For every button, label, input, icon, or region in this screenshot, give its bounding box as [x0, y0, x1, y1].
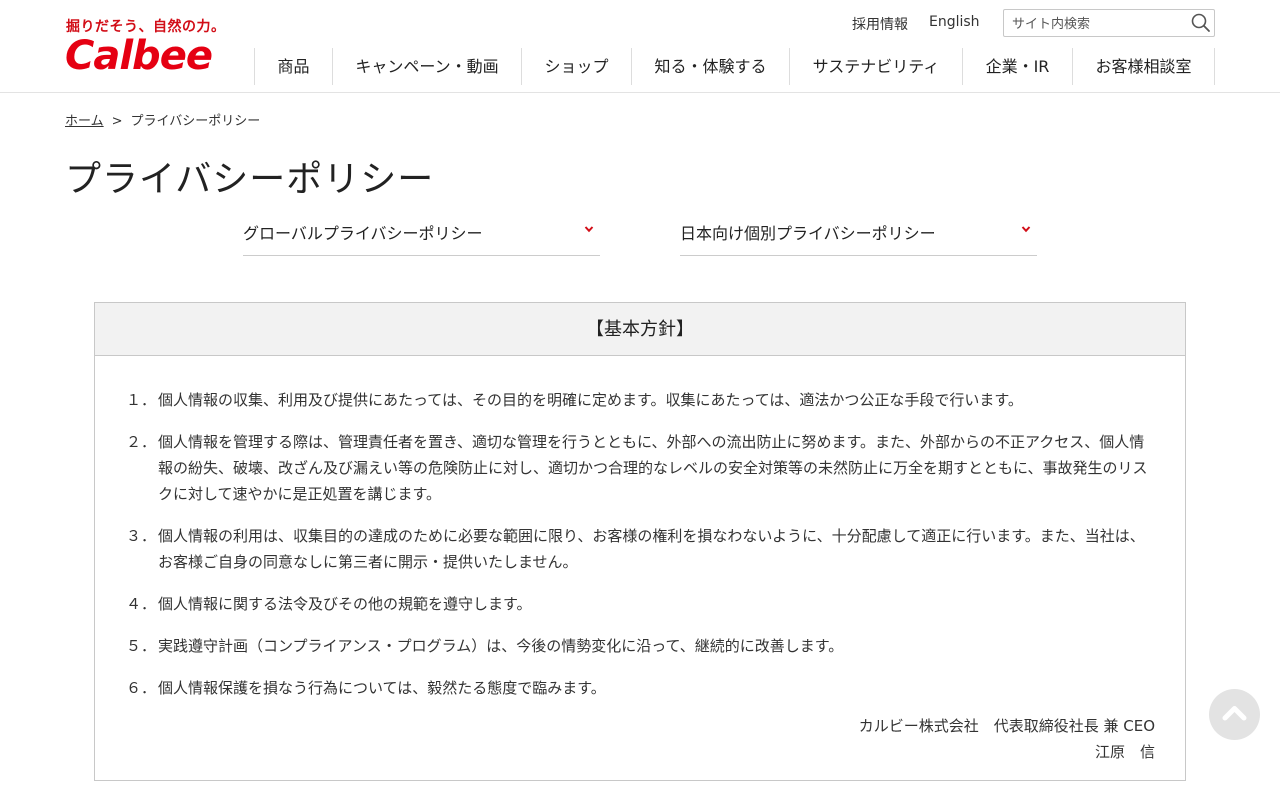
- policy-item: ３． 個人情報の利用は、収集目的の達成のために必要な範囲に限り、お客様の権利を損な…: [126, 523, 1156, 575]
- policy-item-number: ６．: [126, 679, 157, 697]
- policy-item-number: ５．: [126, 637, 157, 655]
- breadcrumb-home-link[interactable]: ホーム: [65, 114, 104, 129]
- policy-item-text: 個人情報を管理する際は、管理責任者を置き、適切な管理を行うとともに、外部への流出…: [158, 433, 1148, 503]
- nav-item-campaigns[interactable]: キャンペーン・動画: [333, 48, 522, 85]
- dropdown-label: 日本向け個別プライバシーポリシー: [680, 224, 936, 243]
- breadcrumb-current: プライバシーポリシー: [130, 114, 261, 129]
- policy-item-text: 個人情報の収集、利用及び提供にあたっては、その目的を明確に定めます。収集にあたっ…: [158, 391, 1023, 409]
- policy-item: ５． 実践遵守計画（コンプライアンス・プログラム）は、今後の情勢変化に沿って、継続…: [126, 633, 1156, 659]
- policy-item-text: 個人情報に関する法令及びその他の規範を遵守します。: [158, 595, 532, 613]
- chevron-up-icon: [1222, 706, 1247, 721]
- policy-item: ２． 個人情報を管理する際は、管理責任者を置き、適切な管理を行うとともに、外部への…: [126, 429, 1156, 507]
- search-icon[interactable]: [1190, 12, 1212, 34]
- signature-company-title: カルビー株式会社 代表取締役社長 兼 CEO: [858, 717, 1155, 735]
- global-nav: 商品 キャンペーン・動画 ショップ 知る・体験する サステナビリティ 企業・IR…: [254, 48, 1215, 85]
- page-title: プライバシーポリシー: [65, 159, 435, 200]
- policy-item-number: ３．: [126, 527, 157, 545]
- chevron-down-icon: [584, 226, 594, 233]
- policy-item-text: 実践遵守計画（コンプライアンス・プログラム）は、今後の情勢変化に沿って、継続的に…: [158, 637, 844, 655]
- english-link[interactable]: English: [929, 14, 980, 30]
- nav-item-shop[interactable]: ショップ: [522, 48, 632, 85]
- basic-policy-box: 【基本方針】 １． 個人情報の収集、利用及び提供にあたっては、その目的を明確に定め…: [94, 302, 1186, 781]
- nav-item-sustainability[interactable]: サステナビリティ: [790, 48, 963, 85]
- policy-list: １． 個人情報の収集、利用及び提供にあたっては、その目的を明確に定めます。収集にあ…: [126, 387, 1156, 717]
- policy-item: ４． 個人情報に関する法令及びその他の規範を遵守します。: [126, 591, 1156, 617]
- nav-item-customer-support[interactable]: お客様相談室: [1073, 48, 1215, 85]
- policy-item-number: １．: [126, 391, 157, 409]
- policy-item-number: ４．: [126, 595, 157, 613]
- dropdown-label: グローバルプライバシーポリシー: [243, 224, 483, 243]
- nav-item-corporate-ir[interactable]: 企業・IR: [963, 48, 1073, 85]
- back-to-top-button[interactable]: [1209, 689, 1260, 740]
- search-input[interactable]: [1012, 14, 1187, 34]
- policy-item-text: 個人情報保護を損なう行為については、毅然たる態度で臨みます。: [158, 679, 606, 697]
- calbee-logo[interactable]: 掘りだそう、自然の力。 Calbee: [65, 14, 225, 80]
- basic-policy-heading: 【基本方針】: [95, 303, 1185, 356]
- chevron-down-icon: [1021, 226, 1031, 233]
- breadcrumb-separator: >: [111, 114, 123, 129]
- japan-privacy-policy-dropdown[interactable]: 日本向け個別プライバシーポリシー: [680, 212, 1037, 256]
- breadcrumb: ホーム > プライバシーポリシー: [65, 110, 260, 129]
- nav-item-learn[interactable]: 知る・体験する: [632, 48, 790, 85]
- signature-name: 江原 信: [1094, 743, 1155, 761]
- policy-item-number: ２．: [126, 433, 157, 451]
- policy-item-text: 個人情報の利用は、収集目的の達成のために必要な範囲に限り、お客様の権利を損なわな…: [158, 527, 1145, 571]
- logo-wordmark: Calbee: [65, 33, 213, 79]
- careers-link[interactable]: 採用情報: [852, 14, 908, 34]
- nav-item-products[interactable]: 商品: [255, 48, 333, 85]
- site-search: [1003, 9, 1215, 37]
- global-privacy-policy-dropdown[interactable]: グローバルプライバシーポリシー: [243, 212, 600, 256]
- site-header: 掘りだそう、自然の力。 Calbee 採用情報 English 商品 キャンペー…: [0, 0, 1280, 93]
- policy-item: １． 個人情報の収集、利用及び提供にあたっては、その目的を明確に定めます。収集にあ…: [126, 387, 1156, 413]
- policy-item: ６． 個人情報保護を損なう行為については、毅然たる態度で臨みます。: [126, 675, 1156, 701]
